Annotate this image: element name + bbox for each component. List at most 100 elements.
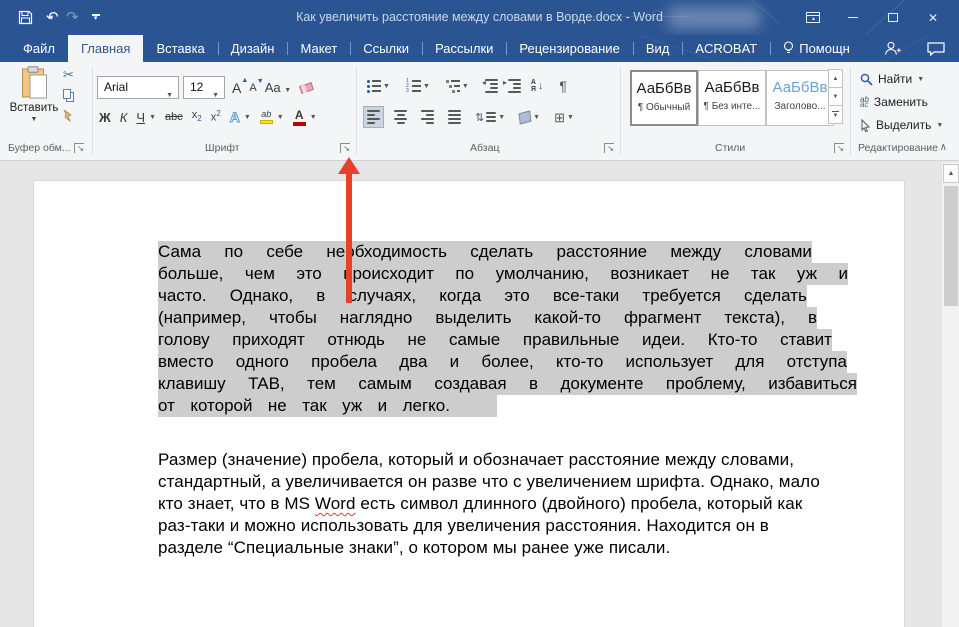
search-icon <box>860 73 873 86</box>
justify-button[interactable] <box>444 106 465 128</box>
selected-paragraph[interactable]: Самапосебенеобходимостьсделатьрасстояние… <box>158 241 857 417</box>
clipboard-group-label: Буфер обм... <box>8 142 71 154</box>
paste-button[interactable]: Вставить ▼ <box>8 66 60 140</box>
selected-text-line: вместоодногопробеладваиболее,кто-тоиспол… <box>158 351 857 373</box>
font-size-combo[interactable]: 12 ▼ <box>183 76 225 99</box>
tab-помощн[interactable]: Помощн <box>770 35 863 62</box>
collapse-ribbon-icon[interactable]: ∧ <box>940 142 947 153</box>
underline-button[interactable]: Ч <box>136 111 145 124</box>
undo-dropdown-icon[interactable]: ▾ <box>50 14 54 22</box>
customize-qat-icon[interactable]: ▾ <box>92 14 100 21</box>
borders-button[interactable]: ⊞▼ <box>550 107 578 128</box>
styles-dialog-launcher-icon[interactable]: ↘ <box>834 143 844 153</box>
ribbon-display-options-icon[interactable] <box>793 0 833 35</box>
numbering-button[interactable]: 1 2 3 ▼ <box>402 76 434 97</box>
font-dialog-launcher-icon[interactable]: ↘ <box>340 143 350 153</box>
shading-button[interactable]: ▼ <box>515 108 544 127</box>
select-button[interactable]: Выделить▼ <box>860 118 943 132</box>
style-card-no-spacing[interactable]: АаБбВв ¶ Без инте... <box>698 70 766 126</box>
comments-icon[interactable] <box>927 42 945 56</box>
format-painter-icon[interactable] <box>62 109 75 122</box>
minimize-icon[interactable] <box>833 0 873 35</box>
paragraph-dialog-launcher-icon[interactable]: ↘ <box>604 143 614 153</box>
underline-dropdown-icon[interactable]: ▼ <box>149 114 156 121</box>
maximize-icon[interactable] <box>873 0 913 35</box>
multilevel-list-button[interactable]: ▼ <box>442 76 473 97</box>
editing-group-label: Редактирование <box>858 142 938 154</box>
strikethrough-button[interactable]: abc <box>165 112 183 123</box>
styles-group-label: Стили <box>715 142 745 154</box>
document-page[interactable]: Самапосебенеобходимостьсделатьрасстояние… <box>33 180 905 627</box>
share-icon[interactable] <box>884 41 901 56</box>
selected-text-line: больше,чемэтопроисходитпоумолчанию,возни… <box>158 263 857 285</box>
style-card-normal[interactable]: АаБбВв ¶ Обычный <box>630 70 698 126</box>
styles-scroll-up-icon[interactable]: ▲ <box>828 69 843 88</box>
clipboard-icon <box>21 66 48 99</box>
italic-button[interactable]: К <box>120 111 128 124</box>
vertical-scrollbar[interactable]: ▲ <box>941 162 959 627</box>
tab-дизайн[interactable]: Дизайн <box>218 35 288 62</box>
styles-scroll-down-icon[interactable]: ▼ <box>828 87 843 106</box>
tab-главная[interactable]: Главная <box>68 35 143 62</box>
find-button[interactable]: Найти▼ <box>860 72 924 86</box>
replace-icon: abac <box>860 97 869 107</box>
quick-access-toolbar: ↶ ▾ ↷ ▾ <box>18 0 100 35</box>
paragraph[interactable]: Размер (значение) пробела, который и обо… <box>158 449 820 559</box>
scroll-up-icon[interactable]: ▲ <box>943 164 959 183</box>
clipboard-dialog-launcher-icon[interactable]: ↘ <box>74 143 84 153</box>
styles-gallery-more-icon[interactable]: ▼ <box>828 105 843 124</box>
tab-acrobat[interactable]: ACROBAT <box>682 35 770 62</box>
redacted-account-name <box>668 7 760 29</box>
shrink-font-button[interactable]: А▼ <box>249 82 256 94</box>
selected-text-line: Самапосебенеобходимостьсделатьрасстояние… <box>158 241 857 263</box>
font-name-value: Arial <box>104 80 128 94</box>
align-left-button[interactable] <box>363 106 384 128</box>
change-case-button[interactable]: Aa ▼ <box>265 81 291 94</box>
superscript-button[interactable]: x2 <box>211 110 221 124</box>
selected-text-line: откоторойнетакужилегко. <box>158 395 857 417</box>
tab-макет[interactable]: Макет <box>287 35 350 62</box>
grow-font-button[interactable]: А▲ <box>232 80 241 96</box>
font-color-button[interactable]: А <box>293 109 306 126</box>
font-size-dropdown-icon[interactable]: ▼ <box>212 85 219 106</box>
align-center-button[interactable] <box>390 106 411 128</box>
text-highlight-button[interactable]: ab <box>260 110 273 124</box>
subscript-button[interactable]: x2 <box>192 110 202 123</box>
clear-formatting-icon[interactable] <box>299 82 314 94</box>
decrease-indent-button[interactable]: ◂ <box>481 75 496 97</box>
bullets-button[interactable]: ▼ <box>363 76 394 97</box>
cut-icon[interactable]: ✂ <box>63 68 74 82</box>
text-line: разделе “Специальные знаки”, о котором м… <box>158 537 820 559</box>
font-name-dropdown-icon[interactable]: ▼ <box>166 85 173 106</box>
line-spacing-button[interactable]: ⇅ ▼ <box>471 107 509 128</box>
tab-ссылки[interactable]: Ссылки <box>350 35 422 62</box>
increase-indent-button[interactable]: ▸ <box>504 75 519 97</box>
replace-button[interactable]: abac Заменить <box>860 95 928 109</box>
scrollbar-thumb[interactable] <box>944 186 958 306</box>
sort-button[interactable]: АЯ ↓ <box>527 75 548 97</box>
text-effects-button[interactable]: А <box>230 109 240 125</box>
copy-icon[interactable] <box>63 89 74 102</box>
paste-label: Вставить <box>10 102 59 114</box>
tab-файл[interactable]: Файл <box>10 35 68 62</box>
font-color-dropdown-icon[interactable]: ▼ <box>310 114 317 121</box>
document-canvas: Самапосебенеобходимостьсделатьрасстояние… <box>0 162 959 627</box>
text-effects-dropdown-icon[interactable]: ▼ <box>244 114 251 121</box>
highlight-dropdown-icon[interactable]: ▼ <box>277 114 284 121</box>
font-name-combo[interactable]: Arial ▼ <box>97 76 179 99</box>
tab-рецензирование[interactable]: Рецензирование <box>506 35 632 62</box>
style-card-heading[interactable]: АаБбВв Заголово... <box>766 70 834 126</box>
font-size-value: 12 <box>190 80 203 94</box>
tab-вставка[interactable]: Вставка <box>143 35 217 62</box>
tab-вид[interactable]: Вид <box>633 35 683 62</box>
show-paragraph-marks-button[interactable]: ¶ <box>555 74 571 98</box>
save-icon[interactable] <box>18 10 33 25</box>
tab-рассылки[interactable]: Рассылки <box>422 35 506 62</box>
title-bar: Как увеличить расстояние между словами в… <box>0 0 959 35</box>
align-right-button[interactable] <box>417 106 438 128</box>
selected-text-line: клавишуTAB,темсамымсоздаваявдокументепро… <box>158 373 857 395</box>
close-icon[interactable]: ✕ <box>913 0 953 35</box>
bold-button[interactable]: Ж <box>99 111 111 124</box>
paste-dropdown-icon[interactable]: ▼ <box>31 116 38 123</box>
cursor-icon <box>860 119 871 132</box>
